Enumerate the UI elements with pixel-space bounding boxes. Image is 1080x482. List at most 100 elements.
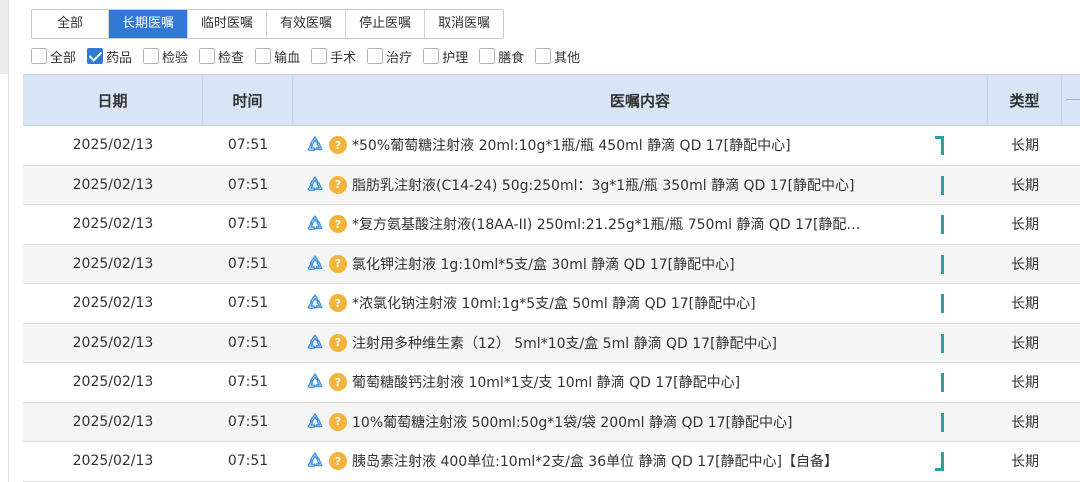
group-marker — [941, 294, 944, 313]
filter-label: 膳食 — [498, 50, 525, 66]
row-content-text: 注射用多种维生素（12） 5ml*10支/盒 5ml 静滴 QD 17[静配中心… — [352, 335, 778, 352]
coin-icon: ? — [329, 294, 347, 313]
row-date: 2025/02/13 — [72, 413, 154, 430]
table-row[interactable]: 2025/02/13 07:51 ? 注射用多种维生素（12） 5ml*10支/… — [23, 323, 1080, 363]
filter-lab[interactable]: 检验 — [143, 47, 188, 66]
tab-cancelled[interactable]: 取消医嘱 — [425, 10, 503, 38]
group-marker — [941, 373, 944, 392]
table-row[interactable]: 2025/02/13 07:51 ? *50%葡萄糖注射液 20ml:10g*1… — [23, 126, 1080, 166]
filter-label: 药品 — [106, 50, 133, 66]
row-content: ? *50%葡萄糖注射液 20ml:10g*1瓶/瓶 450ml 静滴 QD 1… — [293, 126, 988, 165]
recycle-icon — [307, 294, 323, 310]
filter-other[interactable]: 其他 — [535, 47, 580, 66]
filter-exam[interactable]: 检查 — [199, 47, 244, 66]
filter-all[interactable]: 全部 — [31, 47, 76, 66]
row-extra — [1062, 363, 1080, 402]
tab-stopped[interactable]: 停止医嘱 — [346, 10, 426, 38]
row-time: 07:51 — [227, 137, 269, 154]
filter-label: 检查 — [218, 50, 245, 66]
group-marker — [935, 452, 944, 471]
tab-active[interactable]: 有效医嘱 — [267, 10, 347, 38]
row-date: 2025/02/13 — [72, 334, 154, 351]
left-panel-edge — [0, 0, 8, 74]
filter-transfusion[interactable]: 输血 — [255, 47, 300, 66]
table-row[interactable]: 2025/02/13 07:51 ? 脂肪乳注射液(C14-24) 50g:25… — [23, 165, 1080, 205]
header-content[interactable]: 医嘱内容 — [293, 75, 988, 125]
row-extra — [1062, 284, 1080, 323]
coin-icon: ? — [329, 333, 347, 352]
tab-long-term[interactable]: 长期医嘱 — [109, 10, 189, 38]
row-time: 07:51 — [227, 295, 269, 312]
group-marker — [941, 175, 944, 195]
row-content: ? 葡萄糖酸钙注射液 10ml*1支/支 10ml 静滴 QD 17[静配中心] — [293, 363, 988, 402]
row-date: 2025/02/13 — [72, 453, 154, 470]
checkbox[interactable] — [31, 48, 47, 64]
checkbox[interactable] — [311, 48, 328, 64]
row-time: 07:51 — [227, 334, 269, 351]
row-extra — [1062, 126, 1080, 165]
table-row[interactable]: 2025/02/13 07:51 ? *复方氨基酸注射液(18AA-II) 25… — [23, 205, 1080, 245]
row-content-text: *复方氨基酸注射液(18AA-II) 250ml:21.25g*1瓶/瓶 750… — [352, 217, 861, 234]
table-row[interactable]: 2025/02/13 07:51 ? 胰岛素注射液 400单位:10ml*2支/… — [23, 442, 1080, 482]
row-content-text: 10%葡萄糖注射液 500ml:50g*1袋/袋 200ml 静滴 QD 17[… — [352, 414, 793, 431]
filter-label: 其他 — [554, 50, 581, 66]
row-time: 07:51 — [227, 453, 269, 470]
row-content-text: 胰岛素注射液 400单位:10ml*2支/盒 36单位 静滴 QD 17[静配中… — [352, 454, 839, 471]
left-panel-divider — [8, 0, 9, 482]
row-extra — [1062, 245, 1080, 284]
row-time: 07:51 — [227, 374, 269, 391]
tab-all[interactable]: 全部 — [32, 10, 110, 38]
filter-label: 治疗 — [386, 50, 413, 66]
row-time: 07:51 — [227, 176, 269, 193]
recycle-icon — [307, 413, 323, 428]
checkbox[interactable] — [423, 48, 440, 64]
checkbox[interactable] — [535, 48, 552, 64]
row-time: 07:51 — [227, 413, 269, 430]
row-content-text: 葡萄糖酸钙注射液 10ml*1支/支 10ml 静滴 QD 17[静配中心] — [352, 375, 741, 392]
row-date: 2025/02/13 — [72, 176, 154, 193]
coin-icon: ? — [329, 215, 347, 234]
filter-nursing[interactable]: 护理 — [423, 47, 468, 66]
filter-label: 输血 — [274, 50, 301, 66]
filter-drug[interactable]: 药品 — [87, 47, 132, 66]
header-time[interactable]: 时间 — [203, 75, 293, 125]
group-marker — [935, 136, 944, 155]
row-time: 07:51 — [227, 216, 269, 233]
row-content-text: 氯化钾注射液 1g:10ml*5支/盒 30ml 静滴 QD 17[静配中心] — [352, 256, 735, 273]
row-content: ? *浓氯化钠注射液 10ml:1g*5支/盒 50ml 静滴 QD 17[静配… — [293, 284, 988, 323]
table-row[interactable]: 2025/02/13 07:51 ? 氯化钾注射液 1g:10ml*5支/盒 3… — [23, 244, 1080, 284]
checkbox-checked[interactable] — [87, 48, 104, 64]
checkbox[interactable] — [255, 48, 272, 64]
row-content-text: *50%葡萄糖注射液 20ml:10g*1瓶/瓶 450ml 静滴 QD 17[… — [352, 138, 791, 155]
row-date: 2025/02/13 — [72, 216, 154, 233]
row-content: ? 脂肪乳注射液(C14-24) 50g:250ml：3g*1瓶/瓶 350ml… — [293, 166, 988, 205]
row-content: ? *复方氨基酸注射液(18AA-II) 250ml:21.25g*1瓶/瓶 7… — [293, 205, 988, 244]
table-row[interactable]: 2025/02/13 07:51 ? 10%葡萄糖注射液 500ml:50g*1… — [23, 402, 1080, 442]
row-type: 长期 — [1011, 375, 1039, 392]
row-extra — [1062, 324, 1080, 363]
header-type[interactable]: 类型 — [988, 75, 1062, 125]
checkbox[interactable] — [479, 48, 496, 64]
coin-icon: ? — [329, 136, 347, 155]
coin-icon: ? — [329, 254, 347, 273]
row-type: 长期 — [1011, 335, 1039, 352]
row-date: 2025/02/13 — [72, 295, 154, 312]
tab-temporary[interactable]: 临时医嘱 — [188, 10, 268, 38]
filter-diet[interactable]: 膳食 — [479, 47, 524, 66]
recycle-icon — [307, 215, 323, 231]
filter-surgery[interactable]: 手术 — [311, 47, 356, 66]
coin-icon: ? — [329, 452, 347, 471]
filter-treatment[interactable]: 治疗 — [367, 47, 412, 66]
row-date: 2025/02/13 — [72, 255, 154, 272]
checkbox[interactable] — [143, 48, 160, 64]
row-type: 长期 — [1011, 217, 1039, 234]
row-extra — [1062, 442, 1080, 481]
table-row[interactable]: 2025/02/13 07:51 ? *浓氯化钠注射液 10ml:1g*5支/盒… — [23, 284, 1080, 324]
filter-label: 检验 — [162, 50, 189, 66]
checkbox[interactable] — [199, 48, 216, 64]
header-date[interactable]: 日期 — [23, 75, 203, 125]
recycle-icon — [307, 452, 323, 468]
table-row[interactable]: 2025/02/13 07:51 ? 葡萄糖酸钙注射液 10ml*1支/支 10… — [23, 363, 1080, 403]
checkbox[interactable] — [367, 48, 384, 64]
row-content: ? 氯化钾注射液 1g:10ml*5支/盒 30ml 静滴 QD 17[静配中心… — [293, 245, 988, 284]
